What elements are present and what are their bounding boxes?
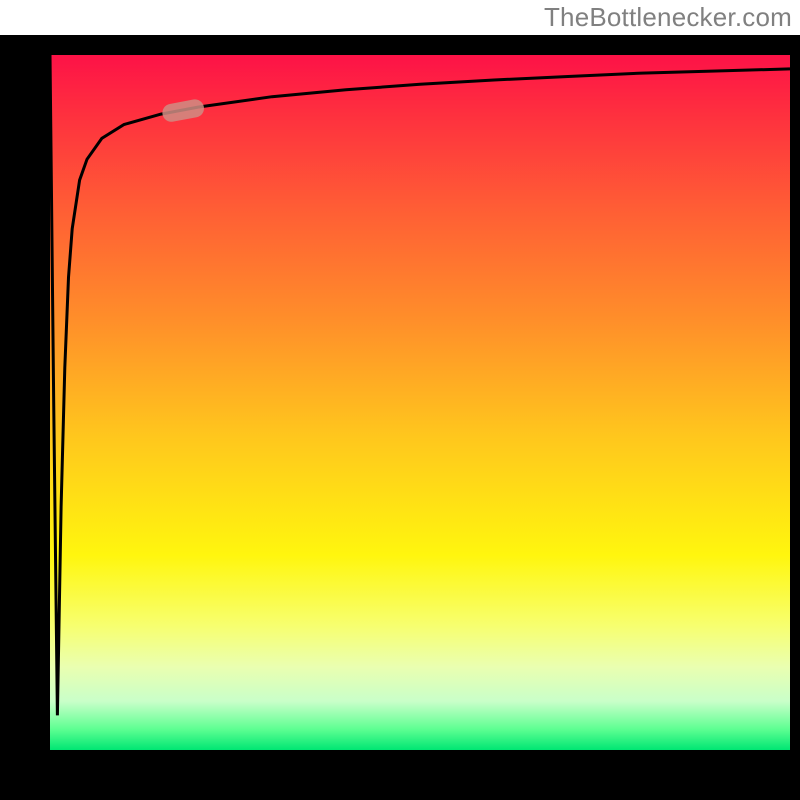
frame-bottom xyxy=(0,750,800,800)
frame-right xyxy=(790,35,800,800)
watermark-text: TheBottlenecker.com xyxy=(544,2,792,33)
plot-area xyxy=(50,55,790,750)
curve-path xyxy=(50,55,790,715)
curve-svg xyxy=(50,55,790,750)
marker-pill xyxy=(161,98,206,123)
frame-left xyxy=(0,35,50,800)
frame-top xyxy=(0,35,800,55)
chart-stage: TheBottlenecker.com xyxy=(0,0,800,800)
